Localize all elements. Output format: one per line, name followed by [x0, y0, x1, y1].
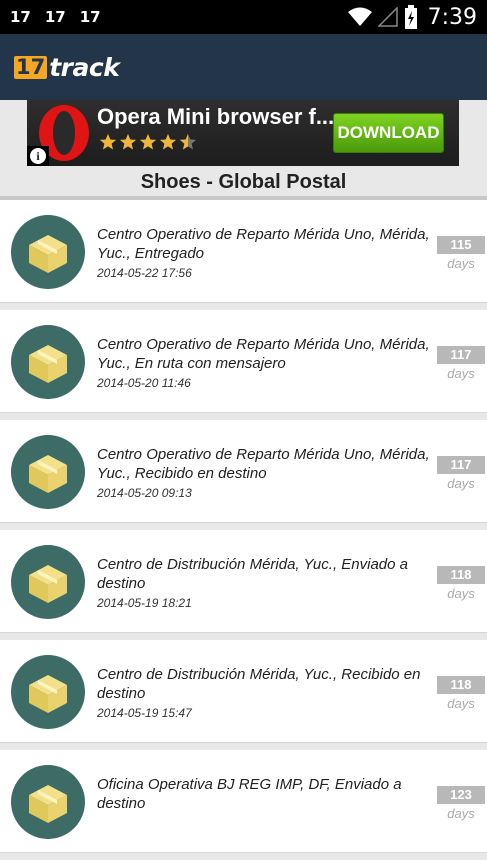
days-count-badge: 118	[437, 676, 485, 694]
event-location: Centro de Distribución Mérida, Yuc., Env…	[97, 556, 408, 592]
star-icon	[99, 133, 117, 150]
days-label: days	[447, 476, 475, 491]
status-bar: 17 17 17 7:39	[0, 0, 487, 34]
event-datetime: 2014-05-22 17:56	[97, 266, 192, 280]
days-count-badge: 115	[437, 236, 485, 254]
package-icon	[11, 655, 85, 729]
logo-number: 17	[14, 54, 48, 79]
tracking-event-row[interactable]: Centro de Distribución Mérida, Yuc., Rec…	[0, 640, 487, 743]
event-datetime: 2014-05-19 18:21	[97, 596, 192, 610]
package-icon	[11, 435, 85, 509]
star-icon	[119, 133, 137, 150]
days-count-badge: 117	[437, 346, 485, 364]
ad-rating-stars	[99, 133, 197, 151]
days-count-badge: 117	[437, 456, 485, 474]
logo-word: track	[49, 52, 120, 82]
event-datetime: 2014-05-19 15:47	[97, 706, 192, 720]
days-label: days	[447, 366, 475, 381]
tracking-event-list[interactable]: Centro Operativo de Reparto Mérida Uno, …	[0, 200, 487, 860]
box-icon	[29, 565, 67, 603]
package-icon	[11, 325, 85, 399]
tracking-event-row[interactable]: Centro de Distribución Mérida, Yuc., Env…	[0, 530, 487, 633]
notification-17-icon: 17	[44, 8, 66, 26]
package-icon	[11, 215, 85, 289]
box-icon	[29, 675, 67, 713]
package-icon	[11, 765, 85, 839]
event-text: Centro de Distribución Mérida, Yuc., Rec…	[97, 665, 434, 720]
status-time: 7:39	[427, 4, 477, 30]
battery-icon	[404, 5, 417, 29]
cell-signal-icon	[377, 7, 398, 27]
event-datetime: 2014-05-20 09:13	[97, 486, 192, 500]
ad-banner[interactable]: Opera Mini browser f... DOWNLOAD i	[27, 100, 459, 166]
event-text: Centro Operativo de Reparto Mérida Uno, …	[97, 335, 434, 390]
event-location: Centro Operativo de Reparto Mérida Uno, …	[97, 336, 430, 372]
notification-17-icon: 17	[79, 8, 101, 26]
ad-info-icon[interactable]: i	[30, 148, 46, 164]
wifi-icon	[347, 7, 372, 26]
event-location: Oficina Operativa BJ REG IMP, DF, Enviad…	[97, 776, 402, 812]
package-title: Shoes - Global Postal	[140, 171, 347, 193]
tracking-event-row[interactable]: Centro Operativo de Reparto Mérida Uno, …	[0, 310, 487, 413]
app-logo: 17 track	[14, 52, 120, 82]
tracking-event-row[interactable]: Centro Operativo de Reparto Mérida Uno, …	[0, 420, 487, 523]
tracking-event-row[interactable]: Centro Operativo de Reparto Mérida Uno, …	[0, 200, 487, 303]
event-datetime: 2014-05-20 11:46	[97, 376, 191, 390]
event-text: Centro de Distribución Mérida, Yuc., Env…	[97, 555, 434, 610]
ad-title[interactable]: Opera Mini browser f...	[97, 104, 334, 130]
box-icon	[29, 345, 67, 383]
notification-icons: 17 17 17	[10, 8, 101, 26]
box-icon	[29, 235, 67, 273]
notification-17-icon: 17	[10, 8, 31, 26]
days-label: days	[447, 806, 475, 821]
event-text: Centro Operativo de Reparto Mérida Uno, …	[97, 225, 434, 280]
event-location: Centro Operativo de Reparto Mérida Uno, …	[97, 446, 430, 482]
days-label: days	[447, 586, 475, 601]
half-star-icon	[179, 133, 197, 150]
package-icon	[11, 545, 85, 619]
box-icon	[29, 785, 67, 823]
days-label: days	[447, 696, 475, 711]
box-icon	[29, 455, 67, 493]
event-text: Centro Operativo de Reparto Mérida Uno, …	[97, 445, 434, 500]
app-bar: 17 track	[0, 34, 487, 100]
days-count-badge: 123	[437, 786, 485, 804]
ad-download-button[interactable]: DOWNLOAD	[333, 113, 444, 153]
event-text: Oficina Operativa BJ REG IMP, DF, Enviad…	[97, 775, 434, 816]
star-icon	[159, 133, 177, 150]
event-location: Centro de Distribución Mérida, Yuc., Rec…	[97, 666, 421, 702]
days-label: days	[447, 256, 475, 271]
star-icon	[139, 133, 157, 150]
event-location: Centro Operativo de Reparto Mérida Uno, …	[97, 226, 430, 262]
tracking-event-row[interactable]: Oficina Operativa BJ REG IMP, DF, Enviad…	[0, 750, 487, 853]
days-count-badge: 118	[437, 566, 485, 584]
